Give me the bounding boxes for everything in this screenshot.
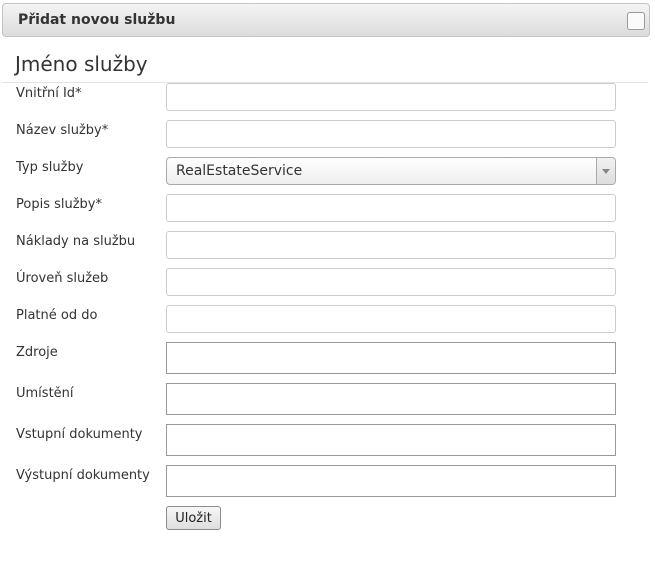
service-type-label: Typ služby [16, 160, 84, 175]
service-type-select[interactable]: RealEstateService [166, 157, 616, 185]
service-description-label: Popis služby* [16, 197, 102, 212]
save-button[interactable]: Uložit [166, 506, 221, 530]
valid-from-to-input[interactable] [166, 305, 616, 333]
resources-input[interactable] [166, 342, 616, 374]
service-name-label: Název služby* [16, 123, 109, 138]
internal-id-label: Vnitřní Id* [16, 86, 82, 101]
dropdown-arrow-button[interactable] [596, 158, 615, 184]
collapse-toggle-checkbox[interactable] [627, 12, 645, 30]
service-description-input[interactable] [166, 194, 616, 222]
service-cost-label: Náklady na službu [16, 234, 136, 249]
location-input[interactable] [166, 383, 616, 415]
service-name-input[interactable] [166, 120, 616, 148]
section-title: Jméno služby [15, 52, 148, 76]
output-documents-label: Výstupní dokumenty [16, 468, 150, 483]
service-level-label: Úroveň služeb [16, 271, 109, 286]
input-documents-input[interactable] [166, 424, 616, 456]
location-label: Umístění [16, 386, 74, 401]
panel-title: Přidat novou službu [18, 12, 176, 28]
input-documents-label: Vstupní dokumenty [16, 427, 143, 442]
valid-from-to-label: Platné od do [16, 308, 98, 323]
service-level-input[interactable] [166, 268, 616, 296]
service-cost-input[interactable] [166, 231, 616, 259]
resources-label: Zdroje [16, 345, 58, 360]
panel-header: Přidat novou službu [2, 3, 650, 37]
chevron-down-icon [602, 169, 610, 174]
service-type-selected-value: RealEstateService [176, 163, 303, 179]
internal-id-input[interactable] [166, 83, 616, 111]
output-documents-input[interactable] [166, 465, 616, 497]
